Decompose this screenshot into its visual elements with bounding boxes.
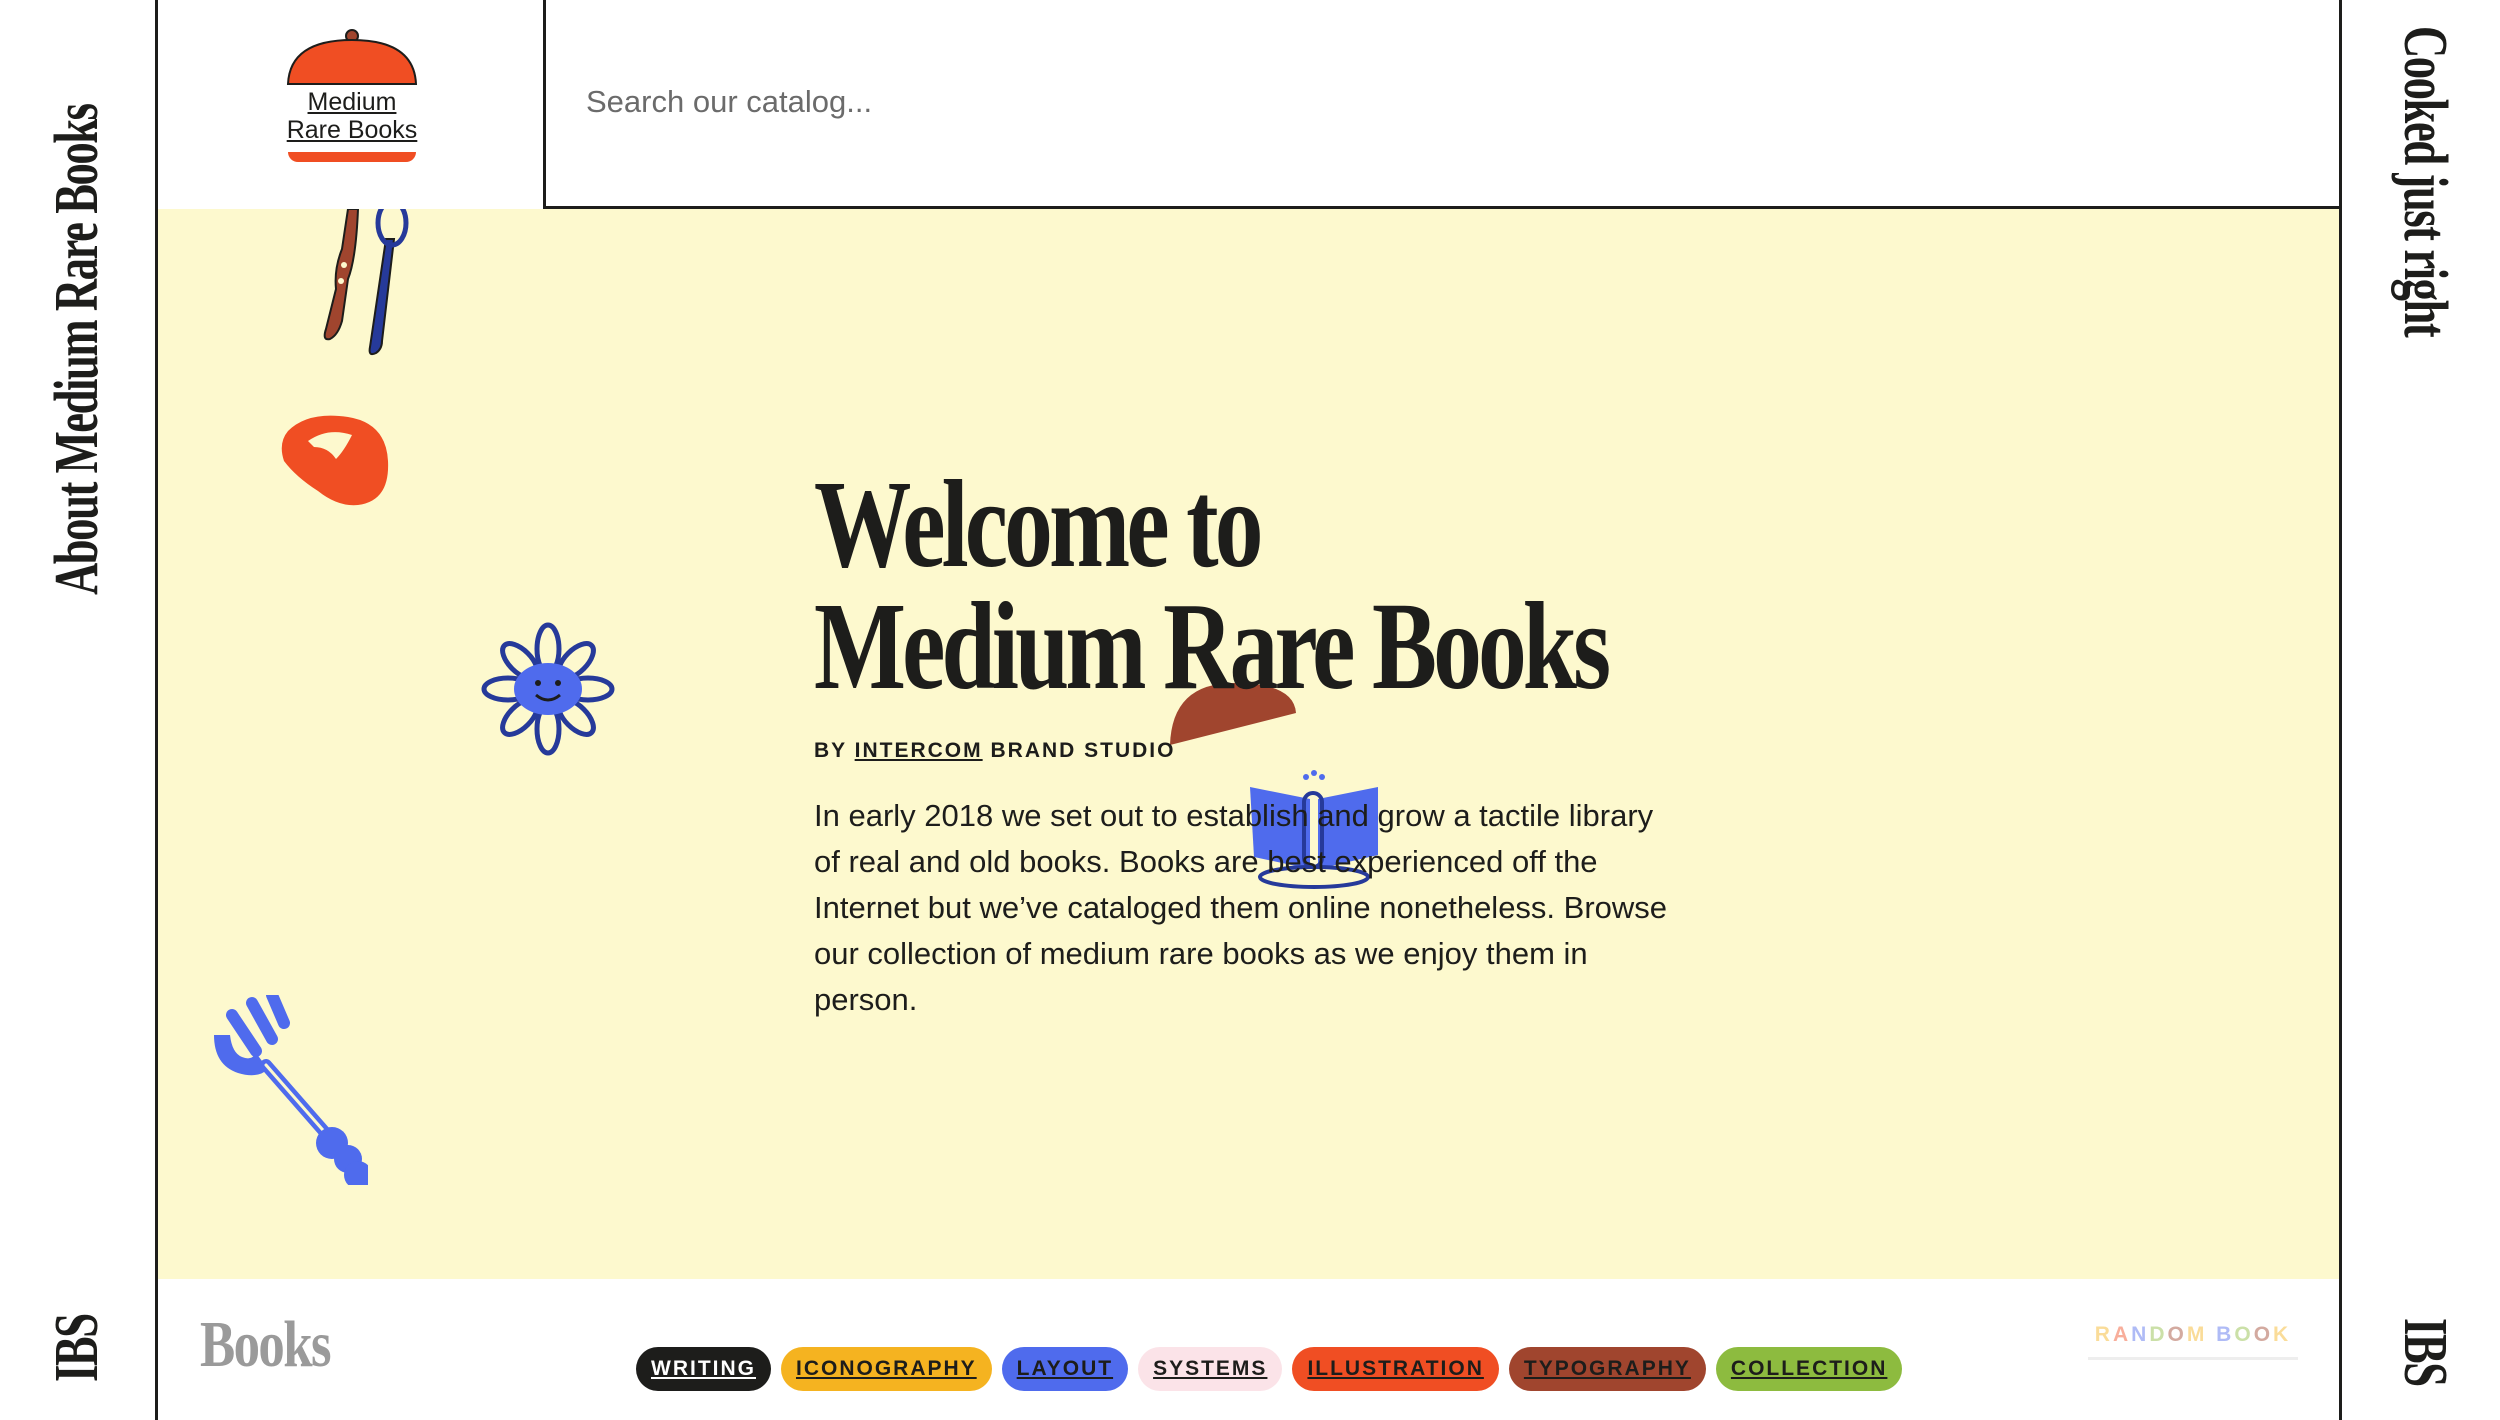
logo-line-1: Medium — [307, 88, 397, 116]
search-input[interactable] — [586, 70, 2186, 134]
about-link[interactable]: About Medium Rare Books — [43, 104, 111, 595]
category-pill-writing[interactable]: WRITING — [636, 1347, 771, 1391]
tagline: Cooked just right — [2391, 26, 2459, 337]
intro-paragraph: In early 2018 we set out to establish an… — [814, 798, 1668, 1017]
fork-icon — [214, 995, 368, 1185]
cloche-logo-icon — [286, 29, 418, 85]
search-bar — [543, 0, 2339, 209]
knife-spoon-icon — [323, 209, 409, 356]
right-rail: Cooked just right IBS — [2339, 0, 2500, 1420]
byline-prefix: BY — [814, 739, 847, 762]
ibs-link-left[interactable]: IBS — [43, 1314, 111, 1382]
ibs-link-right[interactable]: IBS — [2391, 1318, 2459, 1386]
header: Medium Rare Books — [158, 0, 2339, 209]
category-pill-layout[interactable]: LAYOUT — [1001, 1347, 1129, 1391]
byline-suffix: BRAND STUDIO — [990, 739, 1176, 762]
footer-bar: Books WRITING ICONOGRAPHY LAYOUT SYSTEMS ILL… — [158, 1279, 2339, 1420]
home-logo-link[interactable]: Medium Rare Books — [286, 28, 418, 168]
category-pill-typography[interactable]: TYPOGRAPHY — [1508, 1347, 1706, 1391]
hero-title-line-1: Welcome to — [814, 456, 1263, 594]
random-book-button[interactable]: RANDOM BOOK — [2088, 1323, 2298, 1360]
category-pill-systems[interactable]: SYSTEMS — [1138, 1347, 1283, 1391]
books-label: Books — [200, 1308, 332, 1381]
logo-plate — [288, 152, 416, 162]
logo-text: Medium Rare Books — [286, 88, 418, 144]
category-pill-collection[interactable]: COLLECTION — [1715, 1347, 1903, 1391]
logo-cell: Medium Rare Books — [158, 0, 543, 209]
logo-line-2: Rare Books — [286, 116, 418, 144]
left-rail: About Medium Rare Books IBS — [0, 0, 158, 1420]
hero-section: Welcome to Medium Rare Books BY INTERCOM… — [158, 209, 2339, 1279]
hero-title-line-2: Medium Rare Books — [814, 578, 1611, 716]
intercom-link[interactable]: INTERCOM — [855, 739, 983, 762]
steak-icon — [281, 415, 389, 506]
category-pills: WRITING ICONOGRAPHY LAYOUT SYSTEMS ILLUSTRAT… — [636, 1347, 1903, 1391]
flower-icon — [481, 622, 615, 756]
byline: BY INTERCOM BRAND STUDIO — [814, 739, 1175, 763]
category-pill-illustration[interactable]: ILLUSTRATION — [1292, 1347, 1499, 1391]
hero-title: Welcome to Medium Rare Books — [814, 456, 1611, 716]
category-pill-iconography[interactable]: ICONOGRAPHY — [780, 1347, 992, 1391]
